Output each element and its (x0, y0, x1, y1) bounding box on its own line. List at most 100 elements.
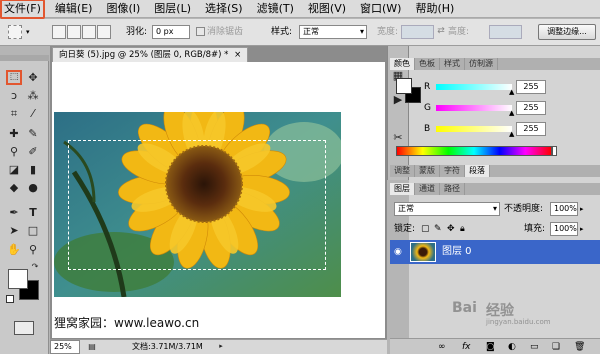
lock-position-icon[interactable]: ✥ (447, 222, 455, 236)
swap-dimensions-icon[interactable]: ⇄ (435, 24, 447, 39)
menu-file[interactable]: 文件(F) (0, 0, 45, 19)
brush-tool-icon[interactable]: ✎ (25, 126, 41, 141)
tab-swatches[interactable]: 色板 (415, 58, 440, 70)
default-colors-icon[interactable] (6, 295, 14, 303)
antialias-checkbox[interactable] (196, 27, 205, 36)
channel-b-slider[interactable] (436, 126, 512, 132)
menu-window[interactable]: 窗口(W) (356, 1, 405, 17)
eraser-tool-icon[interactable]: ◪ (6, 162, 22, 177)
tab-paths[interactable]: 路径 (440, 183, 465, 195)
height-input[interactable] (489, 25, 522, 39)
path-selection-tool-icon[interactable]: ➤ (6, 223, 22, 238)
new-layer-icon[interactable]: ❏ (552, 340, 560, 354)
opacity-label: 不透明度: (504, 204, 544, 214)
add-selection-icon[interactable] (67, 25, 81, 39)
lock-transparency-icon[interactable]: ▢ (421, 222, 430, 236)
tool-presets-icon[interactable]: ✂ (390, 130, 406, 145)
subtract-selection-icon[interactable] (82, 25, 96, 39)
slider-thumb-icon[interactable]: ▲ (509, 85, 514, 99)
eye-icon[interactable]: ◉ (394, 245, 402, 259)
lock-pixels-icon[interactable]: ✎ (434, 222, 442, 236)
pen-tool-icon[interactable]: ✒ (6, 205, 22, 220)
toolbox-grip[interactable] (0, 55, 49, 61)
blur-tool-icon[interactable]: ◆ (6, 180, 22, 195)
menu-image[interactable]: 图像(I) (102, 1, 144, 17)
type-tool-icon[interactable]: T (25, 205, 41, 220)
chevron-right-icon[interactable]: ▸ (580, 202, 584, 216)
zoom-field[interactable]: 25% (50, 340, 80, 354)
menu-filter[interactable]: 滤镜(T) (253, 1, 298, 17)
history-brush-tool-icon[interactable]: ✐ (25, 144, 41, 159)
channel-b-value[interactable]: 255 (516, 122, 546, 136)
slider-thumb-icon[interactable]: ▲ (509, 127, 514, 141)
chevron-down-icon[interactable]: ▾ (26, 25, 30, 39)
tab-color[interactable]: 颜色 (390, 58, 415, 70)
menu-layer[interactable]: 图层(L) (150, 1, 195, 17)
feather-input[interactable]: 0 px (152, 25, 190, 39)
menu-edit[interactable]: 编辑(E) (51, 1, 97, 17)
panel-foreground-swatch[interactable] (396, 78, 412, 94)
layer-style-icon[interactable]: fx (462, 340, 471, 354)
swap-colors-icon[interactable]: ↷ (29, 262, 41, 272)
rect-marquee-preset-icon[interactable] (8, 25, 22, 39)
document-tab[interactable]: 向日葵 (5).jpg @ 25% (图层 0, RGB/8#) * × (52, 47, 249, 62)
menu-view[interactable]: 视图(V) (304, 1, 350, 17)
refine-edge-button[interactable]: 调整边缘... (538, 24, 596, 40)
chevron-right-icon[interactable]: ▸ (580, 222, 584, 236)
move-tool-icon[interactable]: ✥ (25, 70, 41, 85)
menu-help[interactable]: 帮助(H) (411, 1, 458, 17)
layer-mask-icon[interactable]: ◙ (486, 340, 495, 354)
tab-adjustments[interactable]: 调整 (390, 165, 415, 177)
tab-paragraph[interactable]: 段落 (465, 165, 490, 177)
tab-channels[interactable]: 通道 (415, 183, 440, 195)
crop-tool-icon[interactable]: ⌗ (6, 106, 22, 121)
new-selection-icon[interactable] (52, 25, 66, 39)
layer-name[interactable]: 图层 0 (442, 245, 472, 259)
blend-mode-select[interactable]: 正常 ▾ (394, 202, 500, 216)
intersect-selection-icon[interactable] (97, 25, 111, 39)
tab-layers[interactable]: 图层 (390, 183, 415, 195)
shape-tool-icon[interactable]: □ (25, 223, 41, 238)
chevron-down-icon: ▾ (492, 204, 497, 213)
tab-clone-source[interactable]: 仿制源 (465, 58, 498, 70)
channel-g-value[interactable]: 255 (516, 101, 546, 115)
magic-wand-tool-icon[interactable]: ⁂ (25, 88, 41, 103)
lasso-tool-icon[interactable]: ↄ (6, 88, 22, 103)
foreground-color-swatch[interactable] (8, 269, 28, 289)
channel-r-value[interactable]: 255 (516, 80, 546, 94)
fill-input[interactable]: 100% (550, 222, 578, 236)
opacity-input[interactable]: 100% (550, 202, 578, 216)
slider-thumb-icon[interactable]: ▲ (509, 106, 514, 120)
new-group-icon[interactable]: ▭ (530, 340, 539, 354)
status-info-icon[interactable]: ▤ (86, 340, 98, 353)
status-menu-arrow-icon[interactable]: ▸ (216, 340, 226, 353)
lock-all-icon[interactable]: 🔒︎ (460, 222, 465, 236)
actions-panel-icon[interactable]: ▶ (390, 92, 406, 107)
close-icon[interactable]: × (234, 50, 241, 60)
dodge-tool-icon[interactable]: ● (25, 180, 41, 195)
channel-g-slider[interactable] (436, 105, 512, 111)
tab-character[interactable]: 字符 (440, 165, 465, 177)
tab-styles[interactable]: 样式 (440, 58, 465, 70)
layer-row[interactable]: ◉ 图层 0 (390, 240, 600, 264)
menu-select[interactable]: 选择(S) (201, 1, 247, 17)
color-spectrum-ramp[interactable] (396, 146, 552, 156)
toolbox: ⬚ ✥ ↄ ⁂ ⌗ ⁄ ✚ ✎ ⚲ ✐ ◪ ▮ ◆ ● ✒ T ➤ □ ✋ ⚲ … (0, 55, 49, 354)
width-input[interactable] (401, 25, 434, 39)
antialias-label: 消除锯齿 (207, 27, 244, 37)
style-select[interactable]: 正常 ▾ (299, 25, 367, 39)
adjustment-layer-icon[interactable]: ◐ (508, 340, 516, 354)
link-layers-icon[interactable]: ∞ (438, 340, 446, 354)
zoom-tool-icon[interactable]: ⚲ (25, 242, 41, 257)
quick-mask-icon[interactable] (14, 321, 34, 335)
hand-tool-icon[interactable]: ✋ (6, 242, 22, 257)
healing-brush-tool-icon[interactable]: ✚ (6, 126, 22, 141)
tab-masks[interactable]: 蒙版 (415, 165, 440, 177)
channel-r-slider[interactable] (436, 84, 512, 90)
rect-marquee-tool-icon[interactable]: ⬚ (6, 70, 22, 85)
gradient-tool-icon[interactable]: ▮ (25, 162, 41, 177)
white-swatch[interactable] (552, 146, 557, 156)
eyedropper-tool-icon[interactable]: ⁄ (25, 106, 41, 121)
clone-stamp-tool-icon[interactable]: ⚲ (6, 144, 22, 159)
trash-icon[interactable]: 🗑︎ (574, 340, 585, 354)
